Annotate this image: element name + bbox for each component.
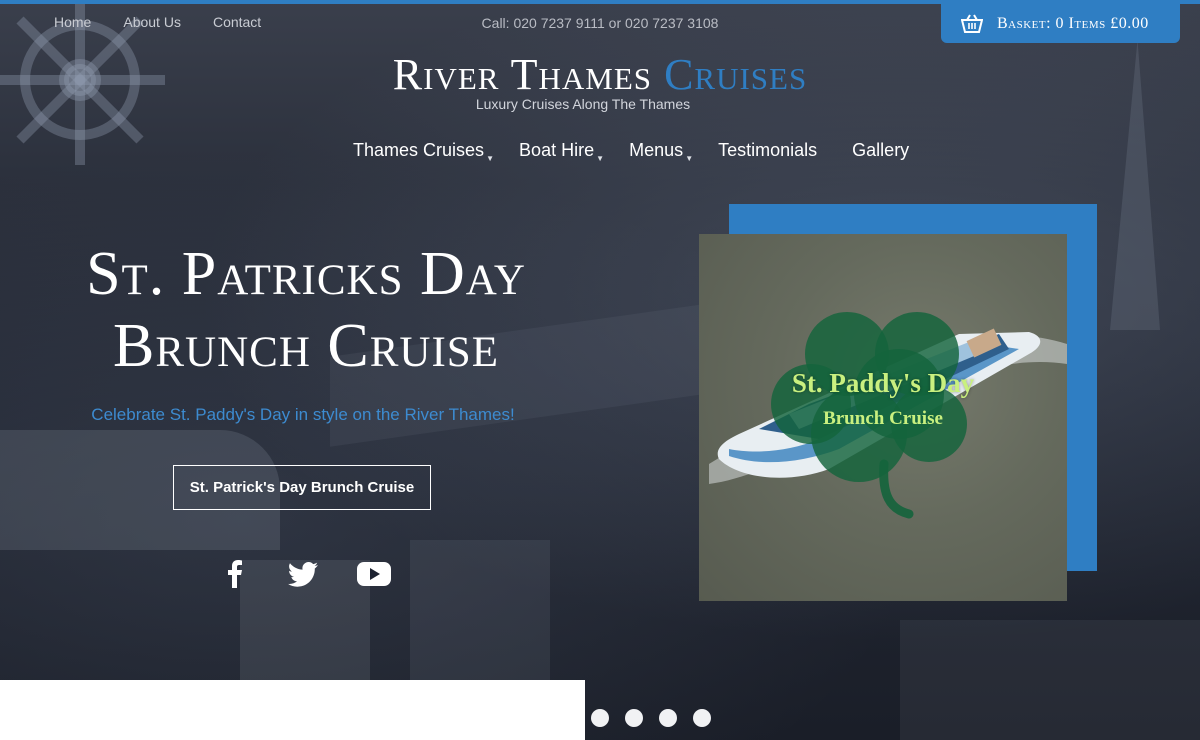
basket-button[interactable]: Basket: 0 Items £0.00 <box>941 4 1180 43</box>
slider-dot-2[interactable] <box>625 709 643 727</box>
slider-dots <box>591 709 711 727</box>
basket-label: Basket: 0 Items £0.00 <box>997 14 1149 32</box>
nav-item-boat-hire[interactable]: Boat Hire ▼ <box>519 140 604 163</box>
content-panel <box>0 680 585 740</box>
youtube-icon[interactable] <box>356 556 392 592</box>
nav-item-label: Gallery <box>852 140 910 160</box>
logo-tagline: Luxury Cruises Along The Thames <box>475 96 691 112</box>
promo-title: St. Paddy's Day <box>791 368 975 398</box>
main-nav: Thames Cruises ▼ Boat Hire ▼ Menus ▼ Testim… <box>353 140 944 163</box>
promo-image[interactable]: St. Paddy's Day Brunch Cruise <box>699 234 1067 601</box>
dropdown-caret-icon: ▼ <box>685 154 694 163</box>
nav-item-gallery[interactable]: Gallery <box>852 140 909 161</box>
promo-subtitle: Brunch Cruise <box>823 408 943 429</box>
twitter-icon[interactable] <box>286 556 320 592</box>
nav-item-label: Boat Hire <box>519 140 595 160</box>
dropdown-caret-icon: ▼ <box>486 154 495 163</box>
nav-item-testimonials[interactable]: Testimonials <box>718 140 817 161</box>
nav-item-label: Menus <box>629 140 684 160</box>
nav-item-label: Testimonials <box>718 140 818 160</box>
nav-item-label: Thames Cruises <box>353 140 485 160</box>
slider-dot-4[interactable] <box>693 709 711 727</box>
hero-headline: St. Patricks Day Brunch Cruise <box>0 238 612 382</box>
dropdown-caret-icon: ▼ <box>596 154 605 163</box>
slider-dot-3[interactable] <box>659 709 677 727</box>
nav-item-thames-cruises[interactable]: Thames Cruises ▼ <box>353 140 494 163</box>
site-logo[interactable]: River Thames Cruises <box>0 50 1200 100</box>
hero-subline: Celebrate St. Paddy's Day in style on th… <box>91 405 515 424</box>
building-right <box>900 620 1200 740</box>
slider-dot-1[interactable] <box>591 709 609 727</box>
logo-text-accent: Cruises <box>664 50 808 99</box>
headline-line-2: Brunch Cruise <box>113 312 499 380</box>
building-mid2 <box>410 540 550 690</box>
cta-button[interactable]: St. Patrick's Day Brunch Cruise <box>173 465 431 510</box>
facebook-icon[interactable] <box>222 556 248 592</box>
nav-item-menus[interactable]: Menus ▼ <box>629 140 693 163</box>
basket-icon <box>961 13 983 33</box>
logo-text-primary: River Thames <box>392 50 653 99</box>
headline-line-1: St. Patricks Day <box>86 240 526 308</box>
